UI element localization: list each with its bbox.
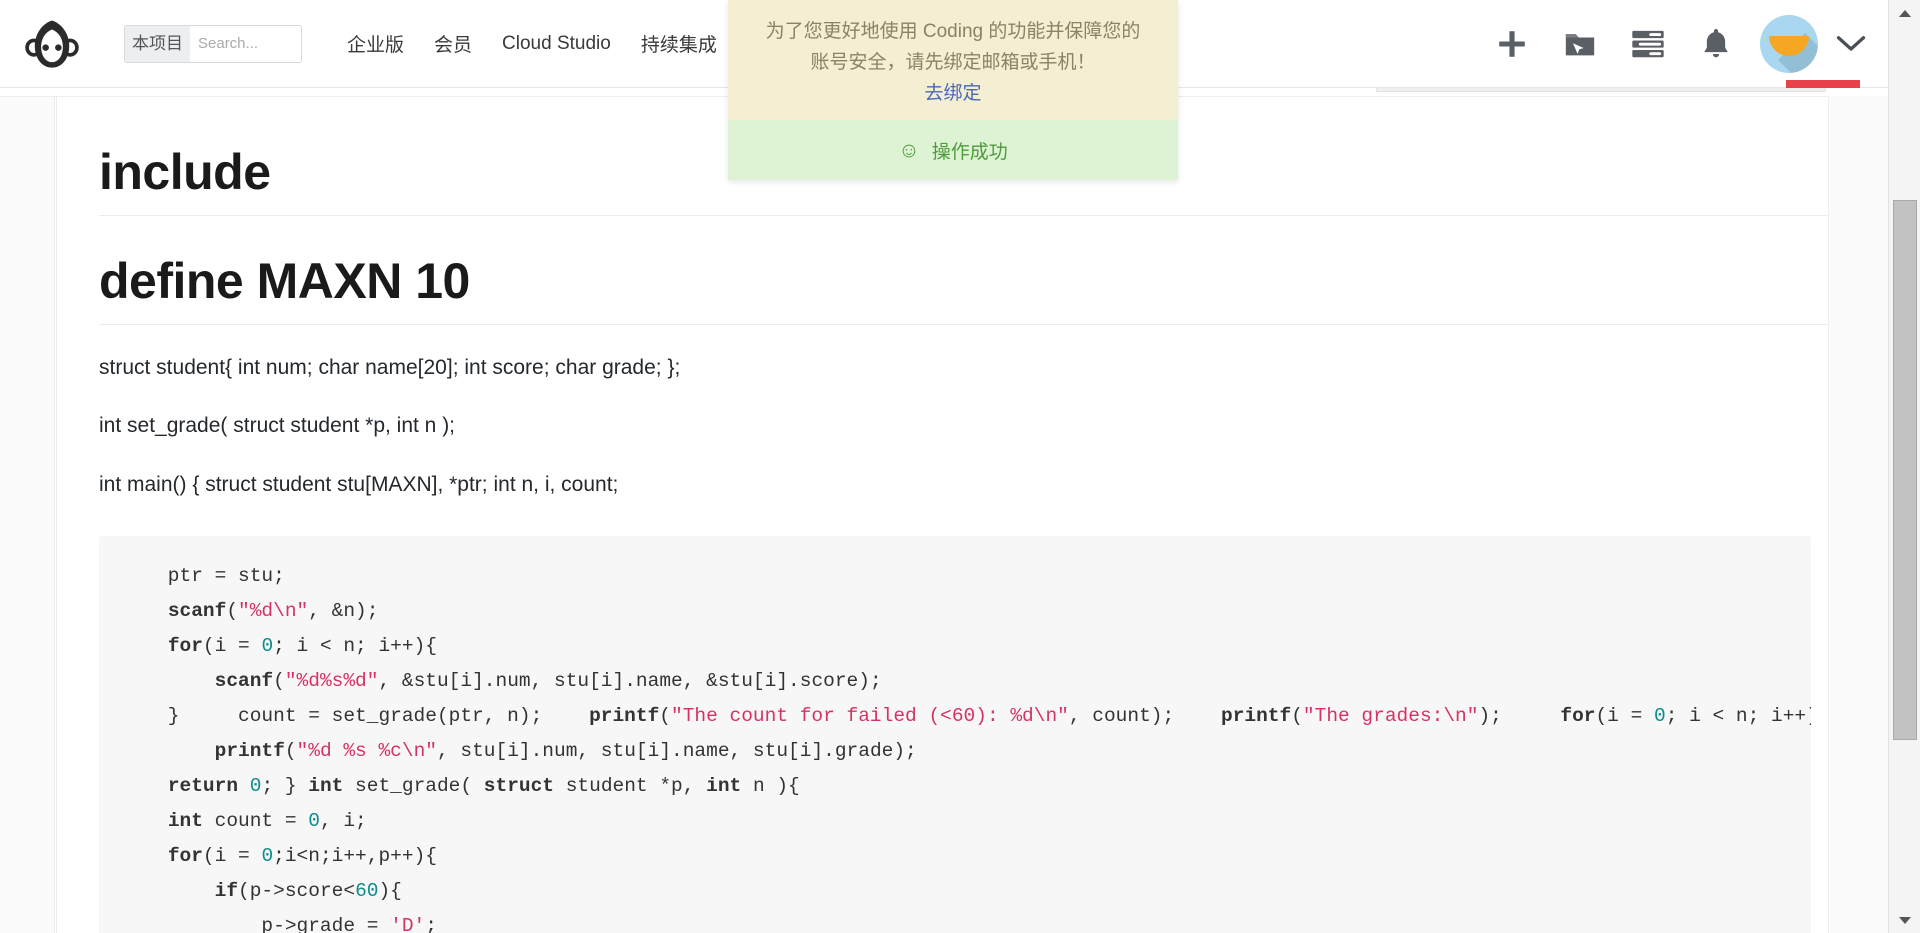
code-content: ptr = stu; scanf("%d\n", &n); for(i = 0;… — [167, 565, 1811, 933]
nav-cloud-studio[interactable]: Cloud Studio — [502, 33, 611, 55]
scroll-up-arrow-icon[interactable] — [1889, 0, 1920, 26]
paragraph-main-decl: int main() { struct student stu[MAXN], *… — [99, 472, 619, 496]
page-scrollbar[interactable] — [1888, 0, 1920, 933]
warning-line-2: 账号安全，请先绑定邮箱或手机！ — [810, 52, 1096, 73]
notification-panel: 为了您更好地使用 Coding 的功能并保障您的 账号安全，请先绑定邮箱或手机！… — [728, 0, 1178, 180]
success-toast: ☺ 操作成功 — [728, 120, 1178, 180]
global-search[interactable]: 本项目 — [124, 24, 302, 63]
scrollbar-thumb[interactable] — [1893, 200, 1917, 740]
go-bind-link[interactable]: 去绑定 — [924, 83, 981, 104]
nav-member[interactable]: 会员 — [434, 30, 472, 57]
server-list-icon[interactable] — [1614, 0, 1682, 88]
bell-icon[interactable] — [1682, 0, 1750, 88]
success-toast-text: 操作成功 — [931, 141, 1008, 163]
left-rail — [0, 97, 55, 933]
nav-enterprise[interactable]: 企业版 — [347, 30, 404, 57]
paragraph-set-grade-proto: int set_grade( struct student *p, int n … — [99, 414, 456, 438]
app-root: 本项目 企业版 会员 Cloud Studio 持续集成 — [0, 0, 1920, 933]
smiley-icon: ☺ — [898, 138, 920, 162]
search-scope-tag[interactable]: 本项目 — [125, 25, 190, 62]
plus-icon[interactable] — [1478, 0, 1546, 88]
folder-pointer-icon[interactable] — [1546, 0, 1614, 88]
bind-account-warning: 为了您更好地使用 Coding 的功能并保障您的 账号安全，请先绑定邮箱或手机！… — [728, 0, 1178, 120]
active-tab-indicator — [1786, 80, 1860, 88]
markdown-document: include define MAXN 10 struct student{ i… — [56, 97, 1888, 933]
right-gutter — [1828, 96, 1888, 933]
nav-ci[interactable]: 持续集成 — [641, 30, 717, 57]
section-heading-define: define MAXN 10 — [99, 242, 1838, 325]
user-avatar[interactable] — [1750, 0, 1828, 88]
page-body: include define MAXN 10 struct student{ i… — [0, 96, 1888, 933]
chevron-down-icon[interactable] — [1828, 0, 1874, 88]
search-input[interactable] — [190, 25, 301, 62]
header-actions — [1478, 0, 1874, 88]
avatar — [1760, 15, 1818, 73]
main-nav: 企业版 会员 Cloud Studio 持续集成 — [347, 30, 717, 57]
scroll-down-arrow-icon[interactable] — [1889, 907, 1920, 933]
paragraph-struct-student: struct student{ int num; char name[20]; … — [99, 356, 681, 379]
coding-monkey-logo[interactable] — [22, 14, 82, 74]
code-block[interactable]: ptr = stu; scanf("%d\n", &n); for(i = 0;… — [99, 536, 1811, 933]
warning-line-1: 为了您更好地使用 Coding 的功能并保障您的 — [765, 21, 1141, 42]
